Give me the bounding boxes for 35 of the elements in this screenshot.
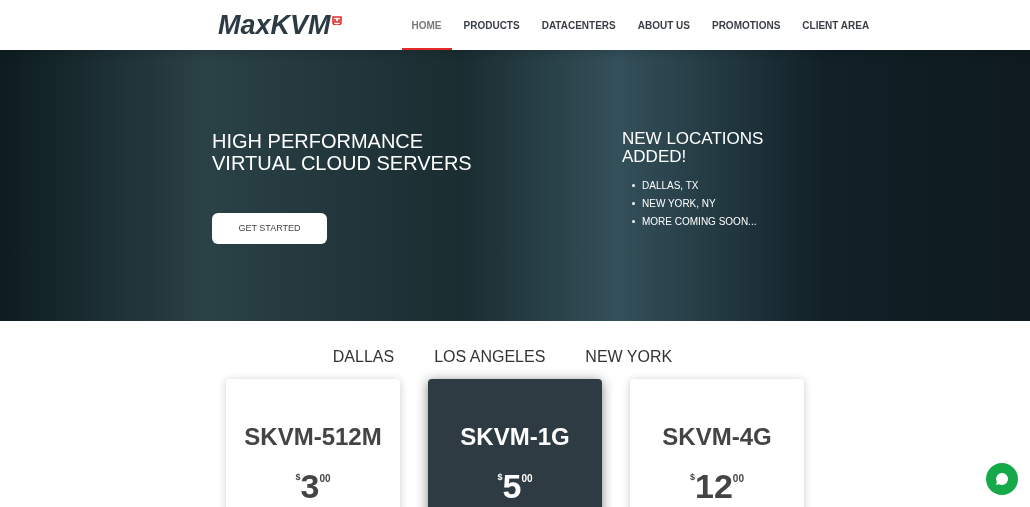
currency-sign: $	[497, 471, 503, 482]
plan-price: 12	[695, 469, 733, 503]
plan-name: SKVM-1G	[460, 422, 570, 452]
price-cents: 00	[521, 472, 533, 486]
currency-sign: $	[690, 471, 696, 482]
price-cents: 00	[319, 472, 331, 486]
logo-mark-icon	[331, 15, 342, 25]
bullet-icon	[632, 184, 635, 187]
logo[interactable]: MaxKVM	[218, 11, 331, 39]
hero-title: HIGH PERFORMANCE	[212, 130, 424, 152]
locations-title: NEW LOCATIONS	[622, 130, 764, 148]
nav-link[interactable]: CLIENT AREA	[792, 0, 880, 50]
bullet-icon	[632, 220, 635, 223]
plan-name: SKVM-4G	[662, 422, 772, 452]
nav-link[interactable]: DATACENTERS	[531, 0, 626, 50]
hero-title: VIRTUAL CLOUD SERVERS	[212, 152, 472, 174]
location-item: NEW YORK, NY	[642, 197, 716, 211]
plan-price: 5	[502, 469, 522, 503]
plan-price: 3	[300, 469, 320, 503]
price-cents: 00	[732, 472, 744, 484]
nav-link[interactable]: PRODUCTS	[453, 0, 530, 50]
location-tab[interactable]: NEW YORK	[585, 345, 673, 369]
plan-name: SKVM-512M	[244, 422, 382, 452]
chat-bubble-icon	[995, 472, 1009, 486]
locations-title: ADDED!	[622, 148, 688, 166]
location-item: DALLAS, TX	[642, 179, 699, 193]
nav-link[interactable]: ABOUT US	[627, 0, 700, 50]
get-started-button[interactable]: GET STARTED	[212, 213, 327, 244]
location-tab[interactable]: LOS ANGELES	[434, 345, 546, 369]
bullet-icon	[632, 202, 635, 205]
location-tab[interactable]: DALLAS	[332, 345, 395, 369]
chat-button[interactable]	[986, 463, 1018, 495]
location-item: MORE COMING SOON...	[642, 215, 757, 229]
nav-link[interactable]: PROMOTIONS	[701, 0, 791, 50]
currency-sign: $	[295, 471, 301, 482]
